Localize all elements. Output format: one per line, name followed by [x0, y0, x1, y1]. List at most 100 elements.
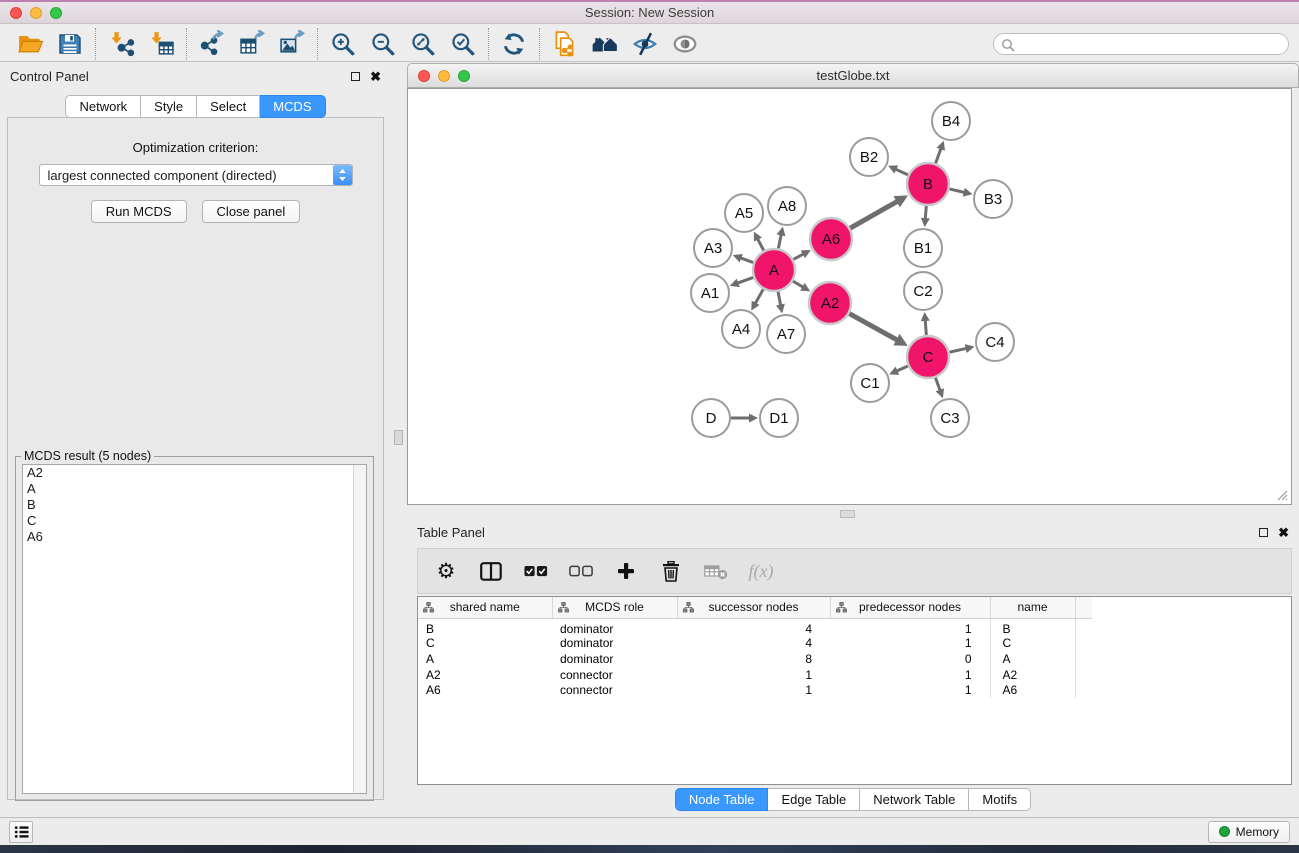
scrollbar-track[interactable]	[353, 465, 366, 793]
cell-shared-name[interactable]: A	[418, 651, 552, 667]
zoom-selected-button[interactable]	[443, 28, 483, 60]
tab-mcds[interactable]: MCDS	[260, 95, 325, 118]
close-table-panel-icon[interactable]: ✖	[1278, 528, 1289, 537]
column-header-mcds-role[interactable]: MCDS role	[552, 597, 677, 618]
deselect-all-button[interactable]	[569, 565, 593, 578]
tab-motifs[interactable]: Motifs	[969, 788, 1031, 811]
table-row[interactable]: Adominator80A	[418, 651, 1092, 667]
graph-node-A4[interactable]: A4	[722, 310, 760, 348]
table-row[interactable]: Bdominator41B	[418, 618, 1092, 636]
graph-edge-B-B2[interactable]	[888, 165, 908, 174]
cell-predecessor-nodes[interactable]: 1	[830, 636, 990, 652]
graph-edge-C-C2[interactable]	[921, 312, 930, 335]
cell-mcds-role[interactable]: connector	[552, 683, 677, 699]
cell-name[interactable]: C	[990, 636, 1075, 652]
cell-predecessor-nodes[interactable]: 0	[830, 651, 990, 667]
cell-name[interactable]: A2	[990, 667, 1075, 683]
table-row[interactable]: A2connector11A2	[418, 667, 1092, 683]
graph-edge-B-B1[interactable]	[921, 206, 930, 227]
show-column-button[interactable]	[479, 562, 503, 581]
graph-node-D1[interactable]: D1	[760, 399, 798, 437]
mcds-result-item[interactable]: C	[23, 513, 366, 529]
function-builder-button[interactable]: f(x)	[749, 561, 773, 582]
graph-node-A5[interactable]: A5	[725, 194, 763, 232]
first-neighbors-button[interactable]	[585, 28, 625, 60]
save-session-button[interactable]	[50, 28, 90, 60]
graph-edge-A-A2[interactable]	[793, 281, 810, 291]
mcds-result-item[interactable]: A6	[23, 529, 366, 545]
column-header-successor-nodes[interactable]: successor nodes	[677, 597, 830, 618]
float-panel-icon[interactable]	[351, 72, 360, 81]
network-canvas[interactable]: B4B2BB3A8A5A6B1A3AC2A1A2A4A7C4CC1C3DD1	[407, 88, 1292, 505]
tab-style[interactable]: Style	[141, 95, 197, 118]
search-input[interactable]	[1020, 37, 1270, 51]
table-row[interactable]: A6connector11A6	[418, 683, 1092, 699]
tab-network[interactable]: Network	[65, 95, 141, 118]
optimization-criterion-select[interactable]: largest connected component (directed)	[39, 164, 353, 186]
mcds-result-item[interactable]: A2	[23, 465, 366, 481]
import-table-button[interactable]	[141, 28, 181, 60]
graph-node-C2[interactable]: C2	[904, 272, 942, 310]
cell-mcds-role[interactable]: dominator	[552, 651, 677, 667]
graph-node-B3[interactable]: B3	[974, 180, 1012, 218]
memory-button[interactable]: Memory	[1208, 821, 1290, 843]
graph-node-B[interactable]: B	[907, 163, 949, 205]
network-window-titlebar[interactable]: testGlobe.txt	[407, 63, 1299, 88]
zoom-out-button[interactable]	[363, 28, 403, 60]
cell-name[interactable]: B	[990, 618, 1075, 636]
graph-edge-D-D1[interactable]	[731, 414, 758, 423]
show-all-button[interactable]	[665, 28, 705, 60]
export-table-button[interactable]	[232, 28, 272, 60]
graph-edge-B-B4[interactable]	[936, 141, 945, 164]
export-network-button[interactable]	[192, 28, 232, 60]
resize-grip-icon[interactable]	[1274, 487, 1288, 501]
graph-edge-B-B3[interactable]	[949, 188, 972, 197]
graph-edge-A2-C[interactable]	[849, 314, 908, 346]
mcds-result-item[interactable]: A	[23, 481, 366, 497]
graph-edge-A6-B[interactable]	[850, 195, 908, 228]
graph-node-C4[interactable]: C4	[976, 323, 1014, 361]
column-header-name[interactable]: name	[990, 597, 1075, 618]
node-table-grid[interactable]: shared nameMCDS rolesuccessor nodesprede…	[418, 597, 1092, 698]
tab-network-table[interactable]: Network Table	[860, 788, 969, 811]
cell-mcds-role[interactable]: connector	[552, 667, 677, 683]
cell-mcds-role[interactable]: dominator	[552, 618, 677, 636]
float-table-panel-icon[interactable]	[1259, 528, 1268, 537]
graph-edge-C-C1[interactable]	[889, 366, 908, 375]
cell-predecessor-nodes[interactable]: 1	[830, 683, 990, 699]
graph-node-D[interactable]: D	[692, 399, 730, 437]
graph-node-B1[interactable]: B1	[904, 229, 942, 267]
new-network-from-selection-button[interactable]	[545, 28, 585, 60]
cell-successor-nodes[interactable]: 4	[677, 618, 830, 636]
column-header-shared-name[interactable]: shared name	[418, 597, 552, 618]
cell-shared-name[interactable]: A6	[418, 683, 552, 699]
task-history-button[interactable]	[9, 821, 33, 843]
graph-node-C1[interactable]: C1	[851, 364, 889, 402]
tab-node-table[interactable]: Node Table	[675, 788, 769, 811]
table-settings-button[interactable]: ⚙	[434, 561, 458, 581]
tab-select[interactable]: Select	[197, 95, 260, 118]
cell-name[interactable]: A6	[990, 683, 1075, 699]
graph-node-B2[interactable]: B2	[850, 138, 888, 176]
graph-node-C3[interactable]: C3	[931, 399, 969, 437]
tab-edge-table[interactable]: Edge Table	[768, 788, 860, 811]
create-column-button[interactable]	[614, 562, 638, 580]
graph-edge-A-A5[interactable]	[754, 232, 764, 251]
graph-edge-C-C4[interactable]	[949, 344, 974, 353]
delete-table-button[interactable]	[704, 563, 728, 580]
search-field[interactable]	[993, 33, 1289, 55]
graph-node-A3[interactable]: A3	[694, 229, 732, 267]
graph-edge-A-A3[interactable]	[733, 254, 754, 263]
column-header-predecessor-nodes[interactable]: predecessor nodes	[830, 597, 990, 618]
graph-node-A7[interactable]: A7	[767, 315, 805, 353]
select-all-button[interactable]	[524, 565, 548, 578]
hide-selected-button[interactable]	[625, 28, 665, 60]
close-panel-icon[interactable]: ✖	[370, 72, 381, 81]
horizontal-divider-grip[interactable]	[840, 510, 855, 518]
zoom-in-button[interactable]	[323, 28, 363, 60]
graph-node-A1[interactable]: A1	[691, 274, 729, 312]
graph-node-A6[interactable]: A6	[810, 218, 852, 260]
panel-divider-grip[interactable]	[394, 430, 403, 445]
graph-edge-A-A8[interactable]	[777, 227, 786, 249]
delete-column-button[interactable]	[659, 561, 683, 582]
